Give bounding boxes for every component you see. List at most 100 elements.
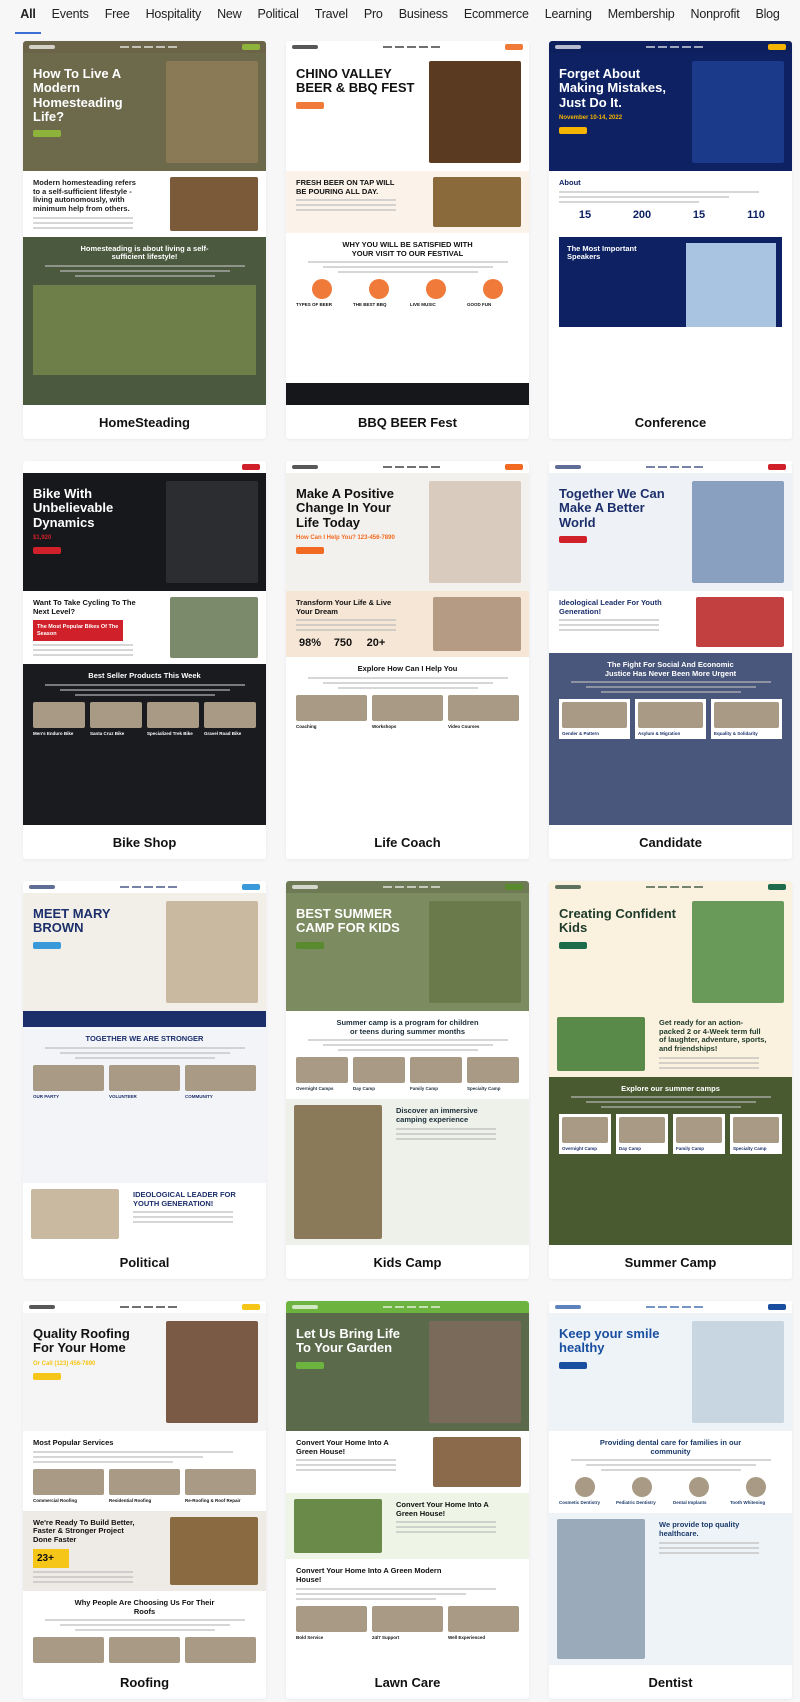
hero-image	[429, 61, 521, 163]
tab-pro[interactable]: Pro	[364, 7, 383, 27]
tab-new[interactable]: New	[217, 7, 242, 27]
template-card[interactable]: Bike With Unbelievable Dynamics $1,920 Wan…	[23, 461, 266, 859]
template-card[interactable]: Let Us Bring Life To Your Garden Convert …	[286, 1301, 529, 1699]
section-title: Homesteading is about living a self-suff…	[80, 243, 209, 262]
feature-image	[33, 1468, 104, 1495]
tab-political[interactable]: Political	[257, 7, 298, 27]
template-name[interactable]: Lawn Care	[286, 1665, 529, 1699]
text-line	[559, 200, 699, 203]
feature-card: THE BEST BBQ	[353, 279, 405, 307]
template-name[interactable]: Dentist	[549, 1665, 792, 1699]
text-line	[133, 1216, 233, 1219]
preview-hero: BEST SUMMER CAMP FOR KIDS	[286, 893, 529, 1011]
feature-label: Family Camp	[676, 1146, 705, 1152]
template-name[interactable]: Roofing	[23, 1665, 266, 1699]
section-title: Summer camp is a program for children or…	[336, 1018, 479, 1036]
preview-logo	[29, 885, 55, 889]
tab-learning[interactable]: Learning	[545, 7, 592, 27]
feature-image	[448, 1605, 519, 1632]
template-preview[interactable]: Let Us Bring Life To Your Garden Convert …	[286, 1301, 529, 1665]
feature-image	[638, 702, 703, 729]
preview-logo	[292, 885, 318, 889]
preview-section: Homesteading is about living a self-suff…	[23, 236, 266, 405]
template-preview[interactable]: Bike With Unbelievable Dynamics $1,920 Wan…	[23, 461, 266, 825]
template-name[interactable]: Summer Camp	[549, 1245, 792, 1279]
template-name[interactable]: Candidate	[549, 825, 792, 859]
feature-label: Cosmetic Dentistry	[559, 1500, 601, 1506]
template-preview[interactable]: Together We Can Make A Better World Ideol…	[549, 461, 792, 825]
template-name[interactable]: Life Coach	[286, 825, 529, 859]
tab-business[interactable]: Business	[399, 7, 448, 27]
nav-link	[646, 1306, 655, 1308]
tab-nonprofit[interactable]: Nonprofit	[691, 7, 740, 27]
section-image	[433, 177, 521, 227]
template-name[interactable]: Political	[23, 1245, 266, 1279]
template-card[interactable]: Together We Can Make A Better World Ideol…	[549, 461, 792, 859]
hero-text: MEET MARY BROWN	[33, 906, 153, 997]
feature-image	[109, 1637, 180, 1664]
text-line	[33, 1571, 133, 1573]
template-preview[interactable]: Forget About Making Mistakes, Just Do It…	[549, 41, 792, 405]
template-card[interactable]: Forget About Making Mistakes, Just Do It…	[549, 41, 792, 439]
text-line	[307, 676, 508, 679]
feature-row: TYPES OF BEER THE BEST BBQ LIVE MUSIC GOOD …	[296, 279, 519, 307]
template-preview[interactable]: How To Live A Modern Homesteading Life? M…	[23, 41, 266, 405]
template-name[interactable]: HomeSteading	[23, 405, 266, 439]
preview-section: Want To Take Cycling To The Next Level? T…	[23, 591, 266, 664]
template-card[interactable]: How To Live A Modern Homesteading Life? M…	[23, 41, 266, 439]
tab-travel[interactable]: Travel	[315, 7, 348, 27]
feature-image	[296, 694, 367, 721]
tab-blog[interactable]: Blog	[755, 7, 779, 27]
template-name[interactable]: BBQ BEER Fest	[286, 405, 529, 439]
template-card[interactable]: BEST SUMMER CAMP FOR KIDS Summer camp is …	[286, 881, 529, 1279]
template-preview[interactable]: Creating Confident Kids Get ready for an …	[549, 881, 792, 1245]
hero-headline: Together We Can Make A Better World	[559, 486, 665, 530]
nav-link	[132, 1306, 141, 1308]
template-preview[interactable]: CHINO VALLEY BEER & BBQ FEST FRESH BEER O…	[286, 41, 529, 405]
template-name[interactable]: Kids Camp	[286, 1245, 529, 1279]
text-line	[296, 209, 396, 212]
text-line	[33, 221, 133, 224]
template-card[interactable]: Creating Confident Kids Get ready for an …	[549, 881, 792, 1279]
feature-image	[467, 1057, 519, 1084]
template-name[interactable]: Bike Shop	[23, 825, 266, 859]
feature-card: Specialty Camp	[467, 1057, 519, 1091]
template-preview[interactable]: Make A Positive Change In Your Life Toda…	[286, 461, 529, 825]
preview-cta	[242, 44, 260, 50]
template-name[interactable]: Conference	[549, 405, 792, 439]
tab-hospitality[interactable]: Hospitality	[146, 7, 202, 27]
feature-card: Detailed Proposal	[185, 1637, 256, 1665]
tab-ecommerce[interactable]: Ecommerce	[464, 7, 529, 27]
preview-section: Discover an immersive camping experience	[286, 1099, 529, 1245]
speaker-photo	[686, 242, 776, 327]
template-card[interactable]: Make A Positive Change In Your Life Toda…	[286, 461, 529, 859]
section-image	[31, 1189, 119, 1239]
feature-label: Well Experienced	[448, 1634, 486, 1640]
preview-cta	[242, 884, 260, 890]
section-title: Transform Your Life & Live Your Dream	[296, 598, 392, 616]
section-title: Providing dental care for families in ou…	[599, 1438, 742, 1456]
template-preview[interactable]: BEST SUMMER CAMP FOR KIDS Summer camp is …	[286, 881, 529, 1245]
tab-all[interactable]: All	[15, 7, 42, 34]
preview-logo	[29, 45, 55, 49]
feature-label: Specialized Trek Bike	[147, 730, 193, 736]
text-line	[585, 1101, 756, 1104]
tab-events[interactable]: Events	[52, 7, 89, 27]
tab-free[interactable]: Free	[105, 7, 130, 27]
hero-text: Quality Roofing For Your Home Or Call (12…	[33, 1326, 153, 1417]
nav-link	[407, 1306, 416, 1308]
template-preview[interactable]: Keep your smile healthy Providing dental …	[549, 1301, 792, 1665]
template-preview[interactable]: MEET MARY BROWN TOGETHER WE ARE STRONGER O…	[23, 881, 266, 1245]
template-card[interactable]: CHINO VALLEY BEER & BBQ FEST FRESH BEER O…	[286, 41, 529, 439]
template-card[interactable]: Keep your smile healthy Providing dental …	[549, 1301, 792, 1699]
preview-section: FRESH BEER ON TAP WILL BE POURING ALL DA…	[286, 171, 529, 233]
section-title: Most Popular Services	[33, 1438, 114, 1447]
preview-cta	[768, 884, 786, 890]
template-preview[interactable]: Quality Roofing For Your Home Or Call (12…	[23, 1301, 266, 1665]
tab-membership[interactable]: Membership	[608, 7, 675, 27]
section-title: About	[559, 178, 581, 187]
template-card[interactable]: Quality Roofing For Your Home Or Call (12…	[23, 1301, 266, 1699]
text-line	[396, 1531, 496, 1534]
text-line	[33, 1576, 133, 1578]
template-card[interactable]: MEET MARY BROWN TOGETHER WE ARE STRONGER O…	[23, 881, 266, 1279]
